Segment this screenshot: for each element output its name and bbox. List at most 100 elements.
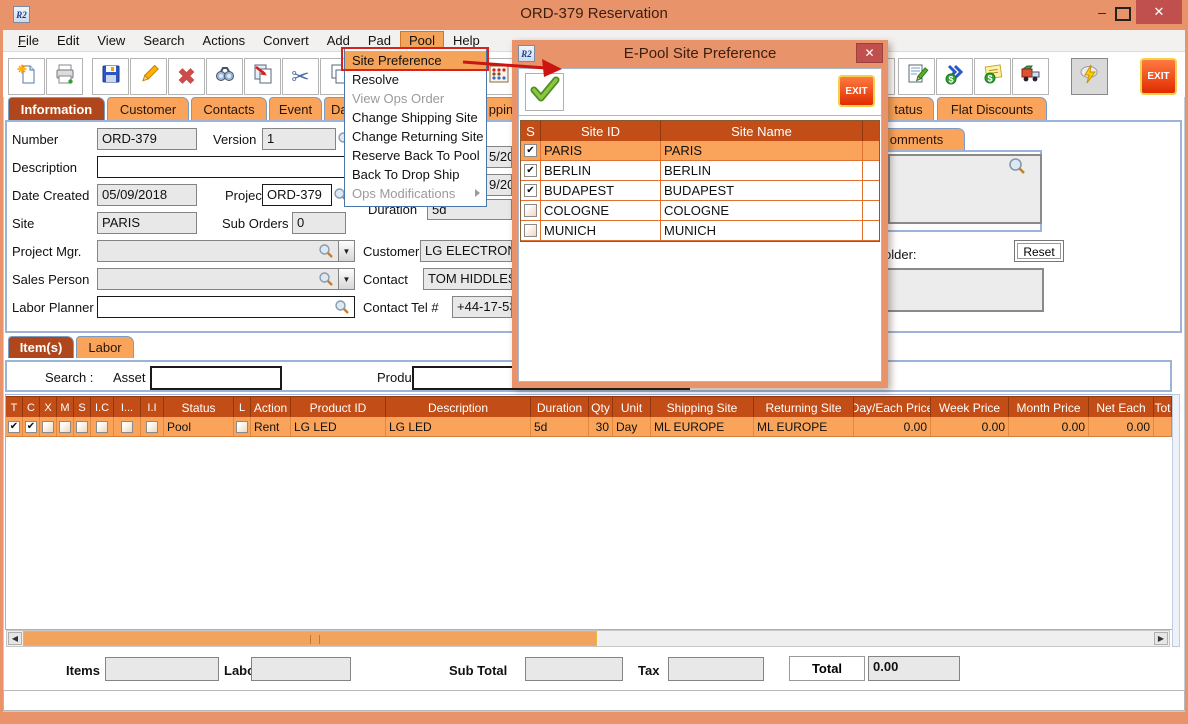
site-name-cell[interactable]: COLOGNE — [661, 201, 863, 220]
cell-returning-site[interactable]: ML EUROPE — [754, 417, 854, 436]
col-duration[interactable]: Duration — [531, 397, 589, 418]
maximize-button[interactable] — [1115, 7, 1131, 21]
cell-month-price[interactable]: 0.00 — [1009, 417, 1089, 436]
checkbox-idots[interactable] — [121, 421, 133, 433]
menu-view[interactable]: View — [88, 31, 134, 50]
tab-customer[interactable]: Customer — [107, 97, 189, 120]
col-s[interactable]: S — [74, 397, 91, 418]
checkbox-c[interactable] — [25, 421, 37, 433]
site-id-cell[interactable]: COLOGNE — [541, 201, 661, 220]
site-id-cell[interactable]: BUDAPEST — [541, 181, 661, 200]
cell-status[interactable]: Pool — [164, 417, 234, 436]
menu-actions[interactable]: Actions — [194, 31, 255, 50]
scroll-right-arrow[interactable]: ▶ — [1154, 632, 1168, 645]
col-m[interactable]: M — [57, 397, 74, 418]
cell-net-each[interactable]: 0.00 — [1089, 417, 1154, 436]
exit-button[interactable]: EXIT — [1140, 58, 1177, 95]
project-mgr-field[interactable] — [97, 240, 339, 262]
col-c[interactable]: C — [23, 397, 40, 418]
dialog-row-berlin[interactable]: BERLIN BERLIN — [521, 161, 879, 181]
cell-shipping-site[interactable]: ML EUROPE — [651, 417, 754, 436]
sales-person-dropdown-arrow[interactable]: ▼ — [338, 268, 355, 290]
checkbox-s[interactable] — [76, 421, 88, 433]
items-grid-row[interactable]: Pool Rent LG LED LG LED 5d 30 Day ML EUR… — [6, 417, 1172, 437]
col-unit[interactable]: Unit — [613, 397, 651, 418]
folder-box[interactable] — [884, 268, 1044, 312]
reset-button[interactable]: Reset — [1014, 240, 1064, 262]
cell-product-id[interactable]: LG LED — [291, 417, 386, 436]
cell-description[interactable]: LG LED — [386, 417, 531, 436]
asset-input[interactable] — [150, 366, 282, 390]
horizontal-scrollbar[interactable]: ◀ ▶ — [6, 630, 1170, 647]
notes-edit-button[interactable] — [898, 58, 935, 95]
cell-x[interactable] — [40, 417, 57, 436]
quick-launch-button[interactable] — [1071, 58, 1108, 95]
project-mgr-search-icon[interactable] — [318, 243, 334, 259]
tab-flat-discounts[interactable]: Flat Discounts — [937, 97, 1047, 120]
col-returning-site[interactable]: Returning Site — [754, 397, 854, 418]
site-checkbox[interactable] — [524, 204, 537, 217]
scrollbar-thumb[interactable] — [23, 631, 597, 646]
checkbox-t[interactable] — [8, 421, 20, 433]
dialog-col-site-name[interactable]: Site Name — [661, 121, 863, 141]
menu-search[interactable]: Search — [134, 31, 193, 50]
rates-forward-button[interactable]: $ — [936, 58, 973, 95]
site-checkbox[interactable] — [524, 164, 537, 177]
col-t[interactable]: T — [6, 397, 23, 418]
col-day-each-price[interactable]: Day/Each Price — [854, 397, 931, 418]
checkbox-ii[interactable] — [146, 421, 158, 433]
col-net-each[interactable]: Net Each — [1089, 397, 1154, 418]
menu-item-back-to-drop-ship[interactable]: Back To Drop Ship — [345, 165, 486, 184]
scroll-left-arrow[interactable]: ◀ — [8, 632, 22, 645]
sales-person-field[interactable] — [97, 268, 339, 290]
checkbox-x[interactable] — [42, 421, 54, 433]
tab-information[interactable]: Information — [8, 97, 105, 120]
col-l[interactable]: L — [234, 397, 251, 418]
tab-items[interactable]: Item(s) — [8, 336, 74, 358]
truck-button[interactable] — [1012, 58, 1049, 95]
col-shipping-site[interactable]: Shipping Site — [651, 397, 754, 418]
cut-button[interactable]: ✂ — [282, 58, 319, 95]
cell-tot[interactable] — [1154, 417, 1172, 436]
col-ii[interactable]: I.I — [141, 397, 164, 418]
project-mgr-dropdown-arrow[interactable]: ▼ — [338, 240, 355, 262]
title-bar[interactable]: R2 ORD-379 Reservation – ✕ — [0, 0, 1188, 30]
dialog-close-button[interactable]: ✕ — [856, 43, 883, 63]
dialog-col-s[interactable]: S — [521, 121, 541, 141]
tab-status-partial[interactable]: tatus — [884, 97, 934, 120]
project-input[interactable]: ORD-379 — [262, 184, 332, 206]
menu-item-change-shipping-site[interactable]: Change Shipping Site — [345, 108, 486, 127]
cell-c[interactable] — [23, 417, 40, 436]
cell-m[interactable] — [57, 417, 74, 436]
save-button[interactable] — [92, 58, 129, 95]
checkbox-l[interactable] — [236, 421, 248, 433]
site-id-cell[interactable]: BERLIN — [541, 161, 661, 180]
cell-qty[interactable]: 30 — [589, 417, 613, 436]
col-tot[interactable]: Tot — [1154, 397, 1172, 418]
site-name-cell[interactable]: BUDAPEST — [661, 181, 863, 200]
site-checkbox[interactable] — [524, 224, 537, 237]
edit-button[interactable] — [130, 58, 167, 95]
labor-planner-search-icon[interactable] — [334, 299, 350, 315]
cell-week-price[interactable]: 0.00 — [931, 417, 1009, 436]
menu-item-reserve-back-to-pool[interactable]: Reserve Back To Pool — [345, 146, 486, 165]
menu-edit[interactable]: Edit — [48, 31, 88, 50]
dialog-row-munich[interactable]: MUNICH MUNICH — [521, 221, 879, 241]
col-status[interactable]: Status — [164, 397, 234, 418]
cell-ii[interactable] — [141, 417, 164, 436]
col-ic[interactable]: I.C — [91, 397, 114, 418]
site-name-cell[interactable]: PARIS — [661, 141, 863, 160]
site-id-cell[interactable]: PARIS — [541, 141, 661, 160]
col-product-id[interactable]: Product ID — [291, 397, 386, 418]
dialog-exit-button[interactable]: EXIT — [838, 75, 875, 107]
site-id-cell[interactable]: MUNICH — [541, 221, 661, 240]
cell-day-each-price[interactable]: 0.00 — [854, 417, 931, 436]
comments-search-icon[interactable] — [1008, 157, 1024, 173]
menu-item-change-returning-site[interactable]: Change Returning Site — [345, 127, 486, 146]
col-action[interactable]: Action — [251, 397, 291, 418]
dialog-row-budapest[interactable]: BUDAPEST BUDAPEST — [521, 181, 879, 201]
dialog-col-site-id[interactable]: Site ID — [541, 121, 661, 141]
find-button[interactable] — [206, 58, 243, 95]
print-button[interactable] — [46, 58, 83, 95]
site-checkbox[interactable] — [524, 184, 537, 197]
